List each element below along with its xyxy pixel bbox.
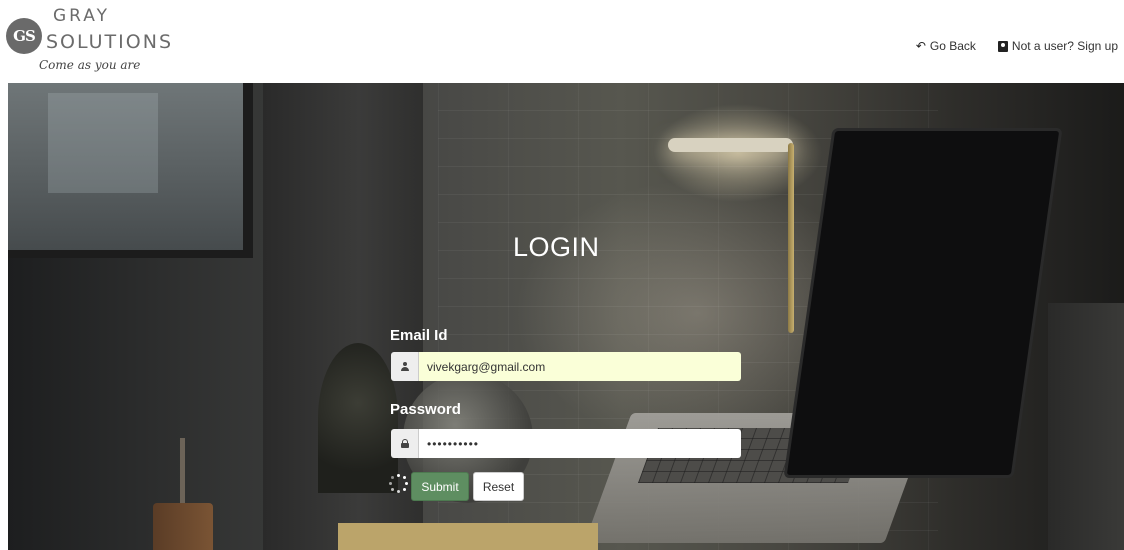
site-header: GS GRAY SOLUTIONS Come as you are ↶ Go B… (0, 0, 1124, 83)
password-addon (391, 429, 419, 458)
logo-mark: GS (6, 18, 42, 54)
background-lamp-arm (788, 143, 794, 333)
background-window (8, 83, 253, 258)
background-lamp-head (668, 138, 793, 152)
logo-tagline: Come as you are (39, 58, 141, 72)
email-input-group (391, 352, 741, 381)
hero-background (8, 83, 1124, 550)
logo-name-line2: SOLUTIONS (46, 31, 173, 53)
user-card-icon (997, 40, 1008, 52)
password-input-group (391, 429, 741, 458)
background-plant (318, 343, 398, 493)
logo-name-line1: GRAY (53, 6, 110, 26)
signup-link[interactable]: Not a user? Sign up (997, 39, 1118, 53)
user-icon (400, 362, 409, 371)
go-back-label: Go Back (929, 39, 976, 53)
password-input[interactable] (419, 429, 741, 458)
email-addon (391, 352, 419, 381)
reply-arrow-icon: ↶ (915, 39, 926, 53)
email-label: Email Id (390, 327, 448, 344)
password-label: Password (390, 401, 461, 418)
loading-spinner-icon (389, 474, 409, 494)
background-shelf (1048, 303, 1124, 550)
background-cup (153, 503, 213, 550)
background-pencil (180, 438, 185, 508)
header-nav: ↶ Go Back Not a user? Sign up (916, 39, 1118, 53)
company-logo[interactable]: GS GRAY SOLUTIONS Come as you are (6, 4, 176, 78)
background-box (338, 523, 598, 550)
signup-label: Not a user? Sign up (1011, 39, 1118, 53)
reset-button[interactable]: Reset (473, 472, 524, 501)
go-back-link[interactable]: ↶ Go Back (916, 39, 976, 53)
background-laptop-screen (783, 128, 1063, 478)
login-title: LOGIN (513, 232, 600, 262)
submit-button[interactable]: Submit (411, 472, 469, 501)
email-input[interactable] (419, 352, 741, 381)
lock-icon (400, 439, 409, 448)
